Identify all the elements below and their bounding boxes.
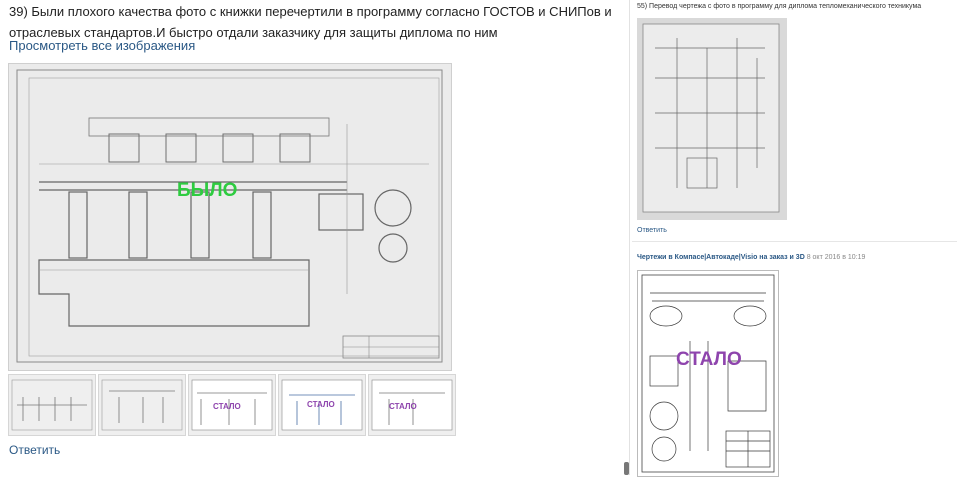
was-label: БЫЛО <box>177 180 237 201</box>
post-text: 39) Были плохого качества фото с книжки … <box>9 4 612 40</box>
right-post2-author[interactable]: Чертежи в Компасе|Автокаде|Visio на зака… <box>637 254 805 261</box>
right-post2-date[interactable]: 8 окт 2016 в 10:19 <box>807 254 866 261</box>
thumbnail-3[interactable]: СТАЛО <box>188 374 276 436</box>
right-post1-reply-link[interactable]: Ответить <box>637 227 667 234</box>
thumbnail-4[interactable]: СТАЛО <box>278 374 366 436</box>
right-post2-drawing[interactable]: СТАЛО <box>637 270 779 477</box>
right-post2-header: Чертежи в Компасе|Автокаде|Visio на зака… <box>637 254 865 261</box>
became-label-thumb-1: СТАЛО <box>213 402 241 411</box>
reply-link[interactable]: Ответить <box>9 443 60 457</box>
right-post1-photo[interactable] <box>637 18 787 220</box>
thumbnail-1[interactable] <box>8 374 96 436</box>
right-post1-text: 55) Перевод чертежа с фото в программу д… <box>637 3 922 10</box>
view-all-images-link[interactable]: Просмотреть все изображения <box>9 38 195 53</box>
became-label-thumb-3: СТАЛО <box>389 402 417 411</box>
right-separator <box>632 241 957 242</box>
thumbnail-5[interactable]: СТАЛО <box>368 374 456 436</box>
thumbnail-2[interactable] <box>98 374 186 436</box>
column-divider <box>629 0 630 475</box>
main-drawing-photo[interactable]: БЫЛО <box>8 63 452 371</box>
scrollbar-thumb[interactable] <box>624 462 629 475</box>
became-label: СТАЛО <box>676 349 742 370</box>
became-label-thumb-2: СТАЛО <box>307 400 335 409</box>
